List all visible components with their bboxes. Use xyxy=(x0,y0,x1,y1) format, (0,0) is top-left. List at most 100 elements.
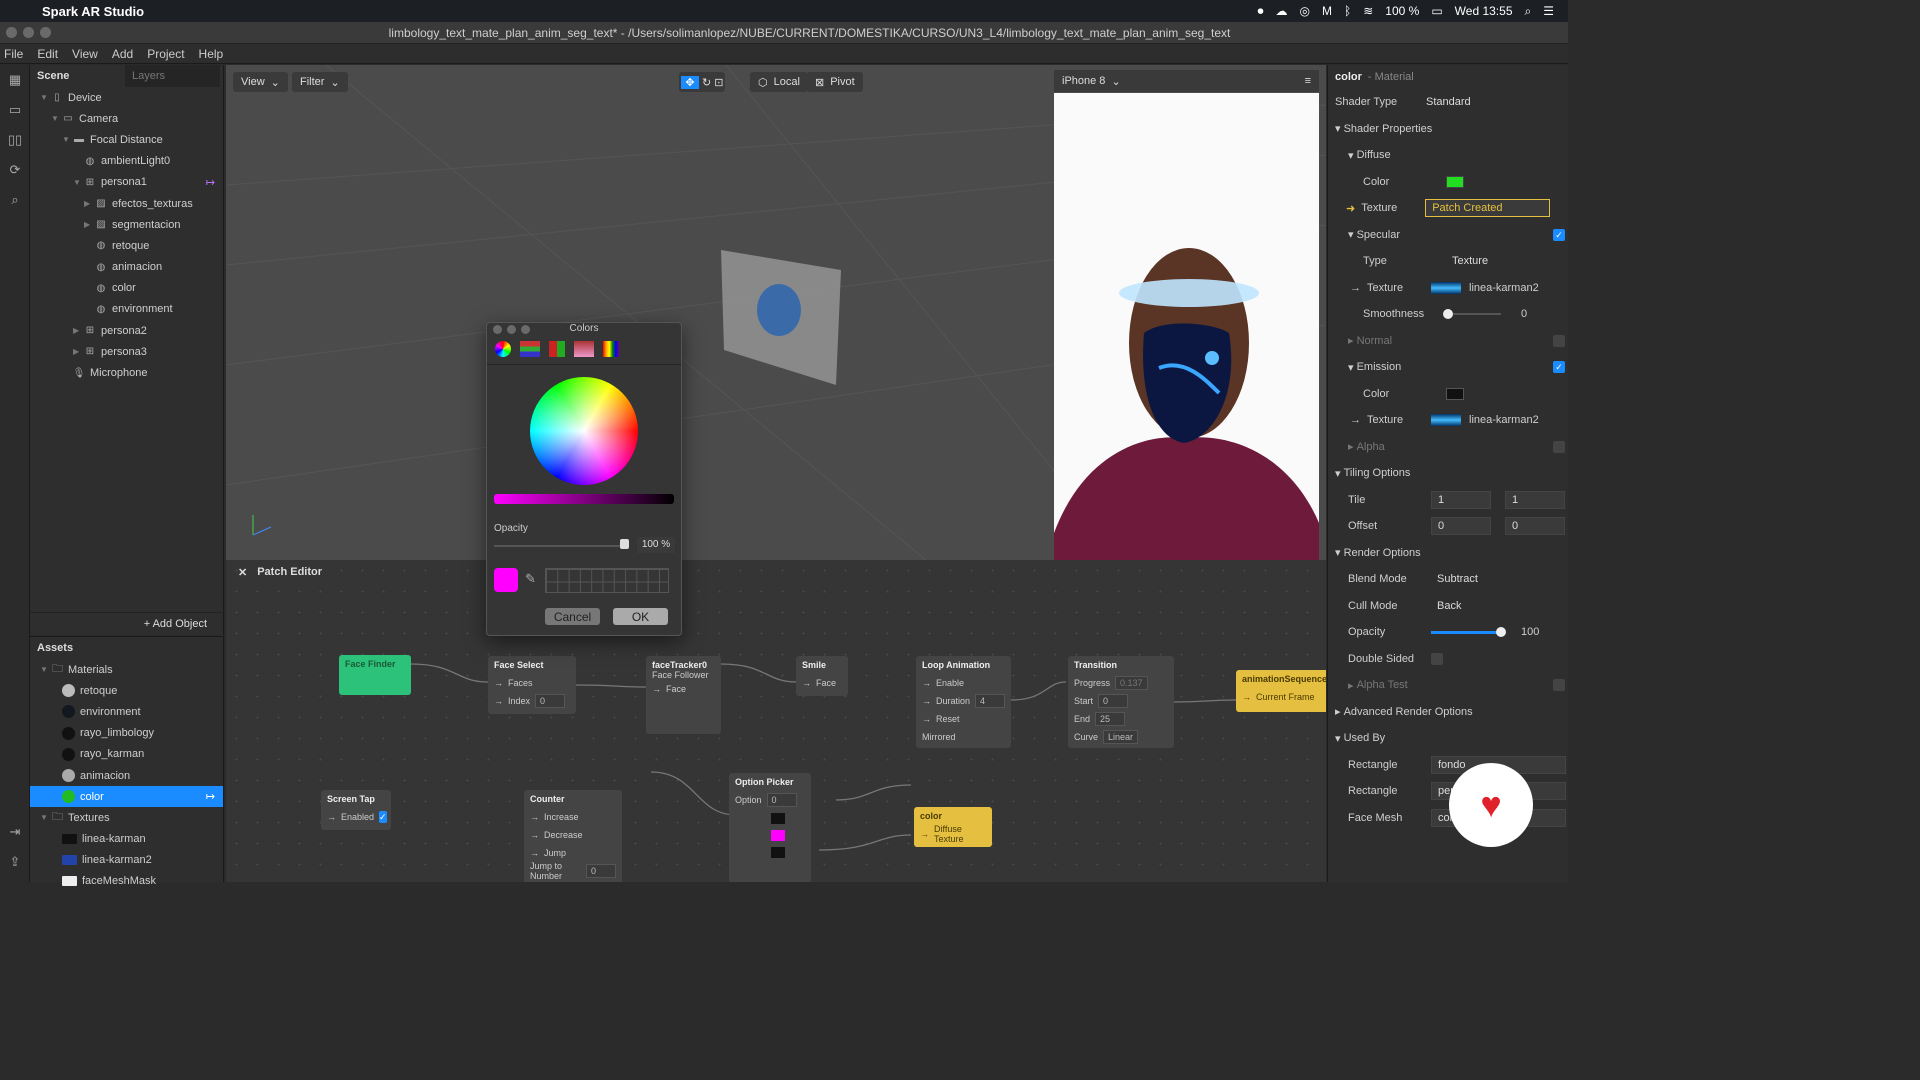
section-tiling-options[interactable]: Tiling Options xyxy=(1344,467,1411,479)
asset-item[interactable]: linea-karman2 xyxy=(30,850,223,871)
pencils-tab-icon[interactable] xyxy=(603,341,619,357)
app-name[interactable]: Spark AR Studio xyxy=(42,4,144,19)
opacity-slider[interactable] xyxy=(494,545,624,547)
section-render-options[interactable]: Render Options xyxy=(1344,547,1421,559)
section-shader-properties[interactable]: Shader Properties xyxy=(1344,123,1433,135)
device-send-icon[interactable]: ⇥ xyxy=(0,817,30,847)
texture-thumbnail[interactable] xyxy=(1431,281,1461,294)
upload-icon[interactable]: ⇪ xyxy=(0,847,30,877)
port-icon[interactable]: → xyxy=(922,696,931,706)
patch-link-icon[interactable]: ↦ xyxy=(206,176,215,189)
scene-tree-item[interactable]: ▶ ⊞ persona2 xyxy=(30,320,223,341)
disclosure-icon[interactable]: ▾ xyxy=(1348,149,1357,162)
disclosure-icon[interactable]: ▾ xyxy=(1335,467,1344,480)
emission-color-swatch[interactable] xyxy=(1446,387,1464,400)
disclosure-icon[interactable]: ▶ xyxy=(73,326,83,335)
menu-file[interactable]: File xyxy=(4,47,23,61)
port-icon[interactable]: → xyxy=(802,678,811,688)
disclosure-icon[interactable]: ▸ xyxy=(1348,679,1357,692)
disclosure-icon[interactable]: ▸ xyxy=(1348,440,1357,453)
texture-thumbnail[interactable] xyxy=(1431,414,1461,427)
refresh-icon[interactable]: ⟳ xyxy=(0,155,30,185)
creative-cloud-icon[interactable]: ◎ xyxy=(1300,4,1310,18)
disclosure-icon[interactable]: ▾ xyxy=(1348,361,1357,374)
section-alpha[interactable]: Alpha xyxy=(1357,441,1385,453)
curve-dropdown[interactable]: Linear xyxy=(1103,730,1139,744)
port-icon[interactable]: → xyxy=(530,830,539,840)
disclosure-icon[interactable]: ▶ xyxy=(84,220,94,229)
emission-checkbox[interactable]: ✓ xyxy=(1553,361,1565,374)
scene-tree-item[interactable]: ▶ ⊞ persona3 xyxy=(30,341,223,362)
search-icon[interactable]: ⌕ xyxy=(0,185,30,215)
asset-item[interactable]: rayo_karman xyxy=(30,744,223,765)
scene-tree-item[interactable]: ▼ ▯ Device xyxy=(30,87,223,108)
current-color-swatch[interactable] xyxy=(494,568,518,592)
opacity-slider-thumb[interactable] xyxy=(620,539,629,549)
scene-tree-item[interactable]: ▶ ▨ efectos_texturas xyxy=(30,193,223,214)
scene-tree-item[interactable]: ◍ environment xyxy=(30,299,223,320)
port-icon[interactable]: → xyxy=(922,714,931,724)
diffuse-color-swatch[interactable] xyxy=(1446,175,1464,188)
node-face-tracker[interactable]: faceTracker0 Face Follower → Face xyxy=(646,656,721,734)
specular-texture-value[interactable]: linea-karman2 xyxy=(1469,282,1539,294)
asset-item[interactable]: retoque xyxy=(30,680,223,701)
port-icon[interactable]: → xyxy=(494,696,503,706)
ok-button[interactable]: OK xyxy=(613,608,668,625)
port-icon[interactable]: → xyxy=(1242,692,1251,702)
asset-item[interactable]: color ↦ xyxy=(30,786,223,808)
node-option-picker[interactable]: Option Picker Option 0 xyxy=(729,773,811,882)
zoom-window-button[interactable] xyxy=(521,325,530,334)
offset-y-field[interactable]: 0 xyxy=(1505,517,1565,536)
section-advanced-render-options[interactable]: Advanced Render Options xyxy=(1344,706,1473,718)
node-animation-sequence[interactable]: animationSequence → Current Frame xyxy=(1236,670,1326,712)
view-dropdown[interactable]: View ⌄ xyxy=(233,72,288,92)
scene-tree-item[interactable]: ◍ color xyxy=(30,278,223,299)
move-tool-icon[interactable]: ✥ xyxy=(681,75,699,89)
alpha-checkbox[interactable] xyxy=(1553,440,1565,453)
node-color-material[interactable]: color → Diffuse Texture xyxy=(914,807,992,847)
menu-view[interactable]: View xyxy=(72,47,98,61)
patch-link-icon[interactable]: ↦ xyxy=(206,790,215,803)
pivot-toggle[interactable]: ⊠ Pivot xyxy=(807,72,863,92)
end-field[interactable]: 25 xyxy=(1095,712,1126,726)
scene-tree-item[interactable]: ▶ ▨ segmentacion xyxy=(30,214,223,235)
double-sided-checkbox[interactable] xyxy=(1431,652,1443,665)
slider-thumb[interactable] xyxy=(1443,309,1453,320)
enabled-checkbox[interactable]: ✓ xyxy=(379,811,387,823)
asset-folder[interactable]: ▼ 🗀 Textures xyxy=(30,807,223,828)
disclosure-icon[interactable]: ▸ xyxy=(1348,334,1357,347)
cloud-icon[interactable]: ☁ xyxy=(1276,4,1288,18)
cull-mode-dropdown[interactable]: Back xyxy=(1431,597,1556,615)
eyedropper-icon[interactable]: ✎ xyxy=(525,571,536,587)
device-selector[interactable]: iPhone 8 ⌄ ≡ xyxy=(1054,70,1319,92)
disclosure-icon[interactable]: ▼ xyxy=(62,135,72,144)
filter-dropdown[interactable]: Filter ⌄ xyxy=(292,72,348,92)
port-icon[interactable]: → xyxy=(922,678,931,688)
port-icon[interactable]: → xyxy=(494,678,503,688)
menu-icon[interactable]: ≡ xyxy=(1305,75,1311,87)
disclosure-icon[interactable]: ▸ xyxy=(1335,705,1344,718)
duration-field[interactable]: 4 xyxy=(975,694,1006,708)
minimize-window-button[interactable] xyxy=(507,325,516,334)
menu-help[interactable]: Help xyxy=(199,47,224,61)
scene-tree-item[interactable]: ▼ ⊞ persona1 ↦ xyxy=(30,172,223,193)
section-used-by[interactable]: Used By xyxy=(1344,732,1386,744)
asset-item[interactable]: rayo_limbology xyxy=(30,723,223,744)
wifi-icon[interactable]: ≋ xyxy=(1363,4,1373,18)
node-smile[interactable]: Smile → Face xyxy=(796,656,848,696)
section-alpha-test[interactable]: Alpha Test xyxy=(1357,679,1408,691)
tab-scene[interactable]: Scene xyxy=(30,65,125,87)
scene-tree-item[interactable]: ◍ retoque xyxy=(30,235,223,256)
color-swatch-grid[interactable] xyxy=(545,568,669,593)
disclosure-icon[interactable]: ▾ xyxy=(1335,546,1344,559)
scene-tree-item[interactable]: ▼ ▭ Camera xyxy=(30,108,223,129)
close-window-button[interactable] xyxy=(6,27,17,38)
video-camera-icon[interactable]: ▭ xyxy=(0,95,30,125)
scene-tree-item[interactable]: ◍ animacion xyxy=(30,257,223,278)
simulator-icon[interactable]: ▯▯ xyxy=(0,125,30,155)
tab-layers[interactable]: Layers xyxy=(125,65,220,87)
jump-to-field[interactable]: 0 xyxy=(586,864,616,878)
port-icon[interactable]: → xyxy=(327,812,336,822)
close-window-button[interactable] xyxy=(493,325,502,334)
patch-editor[interactable]: Face Finder Face Select → Faces → Index 0 f… xyxy=(226,560,1326,882)
